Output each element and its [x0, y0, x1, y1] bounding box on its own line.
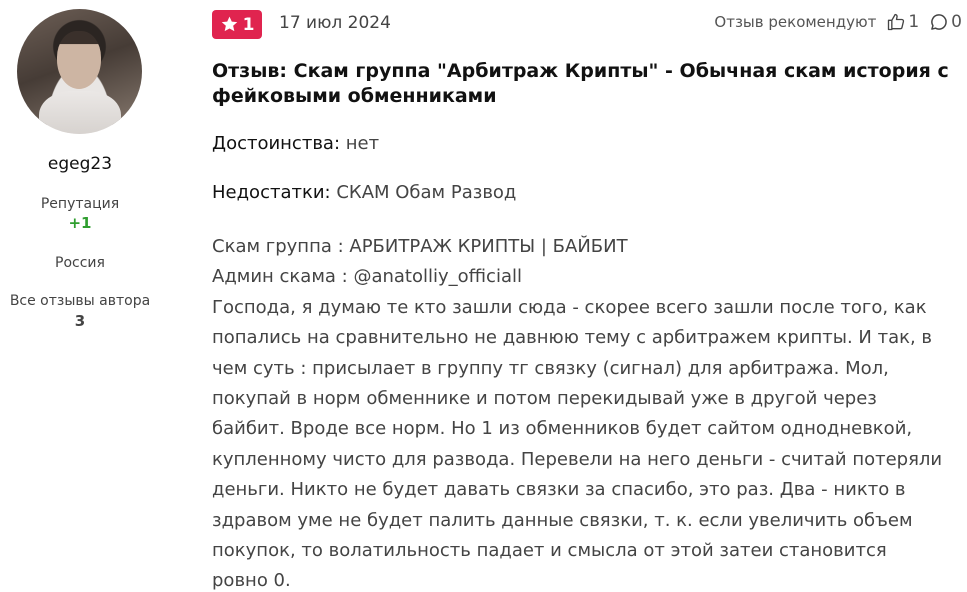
- rating-badge: 1: [212, 10, 262, 39]
- review-body-line: ровно 0.: [212, 570, 291, 592]
- review-body-line: чем суть : присылает в группу тг связку …: [212, 357, 889, 379]
- review-body-line: попались на сравнительно не давнюю тему …: [212, 327, 933, 349]
- author-country: Россия: [55, 255, 105, 271]
- review-body-line: Скам группа : АРБИТРАЖ КРИПТЫ | БАЙБИТ: [212, 236, 628, 257]
- review-body-line: купленному чисто для развода. Перевели н…: [212, 448, 943, 470]
- author-sidebar: egeg23 Репутация +1 Россия Все отзывы ав…: [0, 0, 160, 592]
- comments-count: 0: [951, 12, 962, 32]
- review-body-line: деньги. Никто не будет давать связки за …: [212, 479, 906, 501]
- cons-label: Недостатки:: [212, 182, 331, 203]
- author-username[interactable]: egeg23: [0, 154, 160, 174]
- thumbs-up-icon[interactable]: [886, 12, 906, 32]
- review-body-line: Админ скама : @anatolliy_officiall: [212, 266, 522, 288]
- review-date: 17 июл 2024: [279, 13, 391, 33]
- avatar-body: [39, 91, 121, 134]
- pros-row: Достоинства: нет: [212, 133, 379, 154]
- avatar[interactable]: [17, 9, 142, 134]
- pros-value: нет: [345, 133, 380, 154]
- reputation-value: +1: [68, 214, 92, 232]
- reputation-label: Репутация: [40, 196, 120, 212]
- all-reviews-count[interactable]: 3: [0, 312, 160, 330]
- review-body-line: покупок, то волатильность падает и смысл…: [212, 540, 887, 562]
- review-title[interactable]: Отзыв: Скам группа "Арбитраж Крипты" - О…: [212, 59, 962, 109]
- review-body-line: здравом уме не будет палить данные связк…: [212, 509, 913, 531]
- review-body-line: покупай в норм обменнике и потом перекид…: [212, 388, 877, 410]
- avatar-face: [57, 31, 101, 89]
- all-reviews-link[interactable]: Все отзывы автора: [0, 293, 160, 309]
- rating-value: 1: [242, 14, 255, 35]
- cons-value: СКАМ Обам Развод: [336, 182, 517, 203]
- recommend-bar: Отзыв рекомендуют 1 0: [714, 12, 962, 32]
- review-body-line: байбит. Вроде все норм. Но 1 из обменник…: [212, 418, 913, 440]
- likes-count: 1: [908, 12, 920, 32]
- review-body: Скам группа : АРБИТРАЖ КРИПТЫ | БАЙБИТ А…: [212, 232, 962, 592]
- recommend-label: Отзыв рекомендуют: [714, 13, 877, 31]
- pros-label: Достоинства:: [212, 133, 341, 154]
- review-body-line: Господа, я думаю те кто зашли сюда - ско…: [212, 296, 927, 318]
- comment-icon[interactable]: [929, 12, 949, 32]
- star-icon: [221, 16, 237, 32]
- cons-row: Недостатки: СКАМ Обам Развод: [212, 182, 516, 203]
